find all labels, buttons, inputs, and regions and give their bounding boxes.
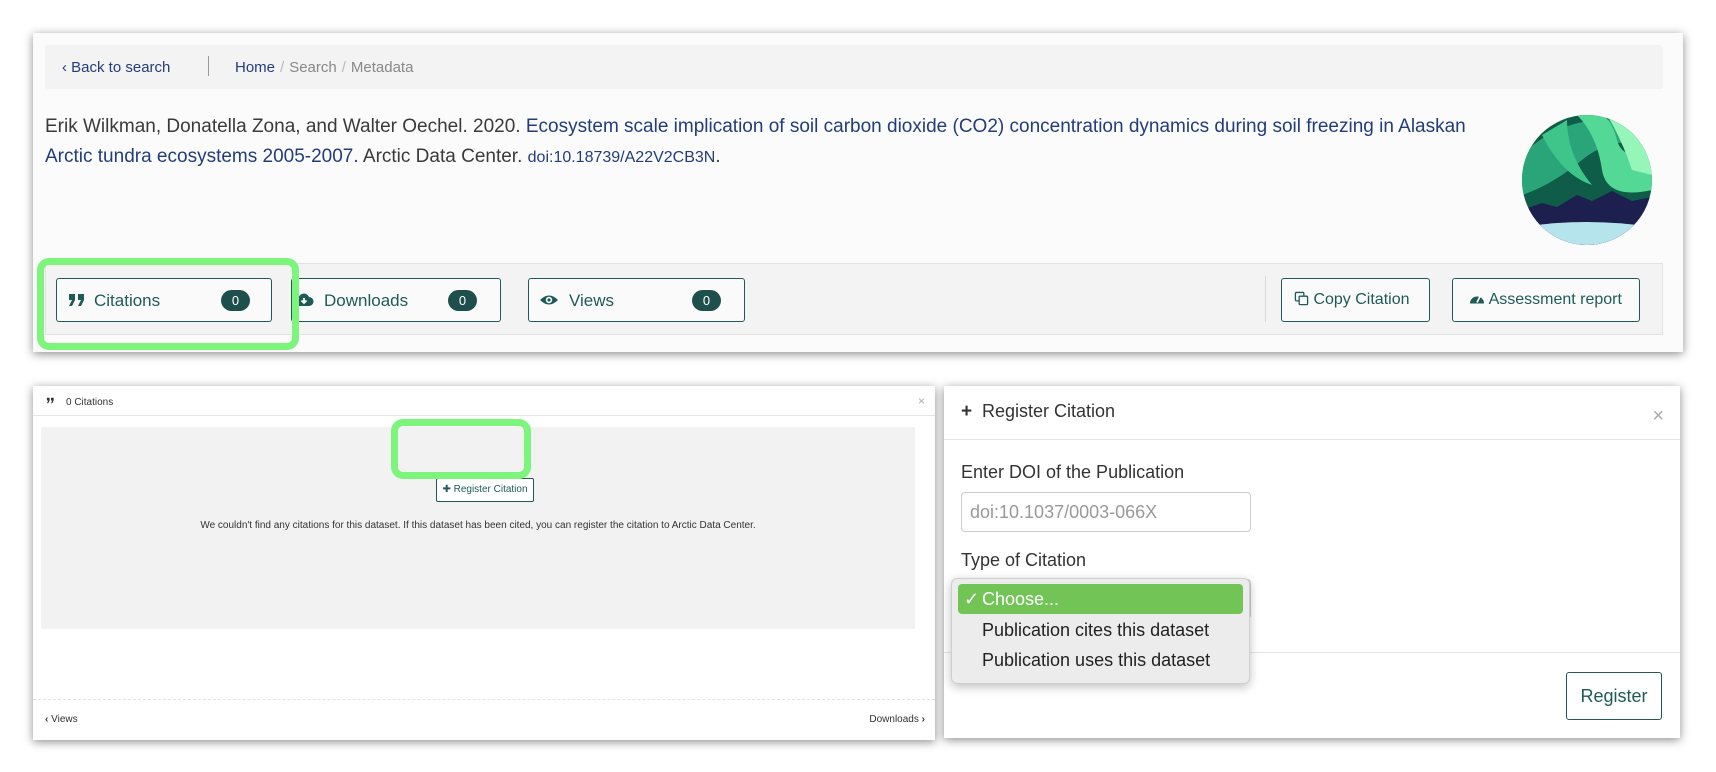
downloads-count-badge: 0 bbox=[448, 290, 477, 311]
breadcrumb-search: Search bbox=[289, 59, 337, 76]
register-citation-highlight bbox=[391, 419, 531, 479]
next-downloads-label: Downloads bbox=[869, 714, 919, 725]
gauge-icon bbox=[1470, 296, 1484, 304]
quote-icon bbox=[46, 397, 54, 404]
downloads-metric-button[interactable]: Downloads 0 bbox=[291, 278, 501, 322]
register-citation-button[interactable]: ✚ Register Citation bbox=[436, 478, 534, 502]
breadcrumb-metadata: Metadata bbox=[350, 59, 414, 76]
register-modal-title: Register Citation bbox=[982, 401, 1116, 421]
register-citation-modal: + Register Citation × Enter DOI of the P… bbox=[944, 386, 1680, 738]
option-choose[interactable]: ✓ Choose... bbox=[958, 584, 1243, 614]
breadcrumb-trail: Home / Search / Metadata bbox=[235, 59, 413, 76]
citation-authors-year: Erik Wilkman, Donatella Zona, and Walter… bbox=[45, 116, 526, 137]
breadcrumb: ‹ Back to search Home / Search / Metadata bbox=[45, 45, 1663, 89]
assessment-report-label: Assessment report bbox=[1488, 291, 1622, 308]
breadcrumb-home[interactable]: Home bbox=[235, 59, 275, 76]
close-icon[interactable]: × bbox=[1652, 405, 1664, 428]
assessment-report-button[interactable]: Assessment report bbox=[1452, 278, 1640, 322]
breadcrumb-separator: / bbox=[341, 59, 346, 76]
chevron-left-icon: ‹ bbox=[45, 714, 49, 725]
prev-views-label: Views bbox=[51, 714, 78, 725]
citations-modal-title: 0 Citations bbox=[66, 397, 114, 408]
copy-icon bbox=[1294, 291, 1309, 306]
checkmark-icon: ✓ bbox=[964, 589, 980, 609]
option-label: Publication cites this dataset bbox=[982, 620, 1210, 640]
register-button[interactable]: Register bbox=[1566, 672, 1662, 720]
option-uses-dataset[interactable]: Publication uses this dataset bbox=[958, 645, 1243, 675]
chevron-right-icon: › bbox=[921, 714, 925, 725]
next-downloads-link[interactable]: Downloads › bbox=[869, 714, 925, 725]
copy-citation-button[interactable]: Copy Citation bbox=[1281, 278, 1430, 322]
citations-highlight bbox=[37, 258, 299, 350]
close-icon[interactable]: × bbox=[918, 394, 925, 408]
copy-citation-label: Copy Citation bbox=[1313, 291, 1410, 308]
option-label: Publication uses this dataset bbox=[982, 650, 1211, 670]
arctic-data-center-logo bbox=[1522, 115, 1652, 245]
citation-doi-suffix: . bbox=[715, 146, 721, 167]
toolbar-divider bbox=[1265, 276, 1266, 322]
prev-views-link[interactable]: ‹ Views bbox=[45, 714, 78, 725]
breadcrumb-divider bbox=[208, 56, 209, 76]
citation-type-label: Type of Citation bbox=[961, 550, 1087, 570]
modal-footer-divider bbox=[33, 699, 935, 700]
views-count-badge: 0 bbox=[692, 290, 721, 311]
doi-field-label: Enter DOI of the Publication bbox=[961, 462, 1185, 482]
back-to-search-link[interactable]: ‹ Back to search bbox=[62, 59, 170, 76]
plus-icon: + bbox=[961, 401, 973, 422]
citation-type-dropdown: ✓ Choose... Publication cites this datas… bbox=[951, 578, 1250, 684]
downloads-metric-label: Downloads bbox=[324, 291, 409, 310]
register-modal-header: + Register Citation × bbox=[944, 386, 1680, 440]
views-metric-label: Views bbox=[569, 291, 615, 310]
no-citations-message: We couldn't find any citations for this … bbox=[200, 520, 756, 531]
doi-input[interactable] bbox=[961, 492, 1251, 532]
citation-publisher: Arctic Data Center. bbox=[358, 146, 528, 167]
breadcrumb-separator: / bbox=[280, 59, 285, 76]
dataset-citation: Erik Wilkman, Donatella Zona, and Walter… bbox=[45, 112, 1505, 173]
option-cites-dataset[interactable]: Publication cites this dataset bbox=[958, 615, 1243, 645]
option-label: Choose... bbox=[982, 589, 1060, 609]
eye-icon bbox=[540, 295, 558, 305]
citations-modal-header: 0 Citations × bbox=[33, 386, 935, 416]
citation-doi-link[interactable]: doi:10.18739/A22V2CB3N bbox=[528, 149, 716, 166]
views-metric-button[interactable]: Views 0 bbox=[528, 278, 745, 322]
